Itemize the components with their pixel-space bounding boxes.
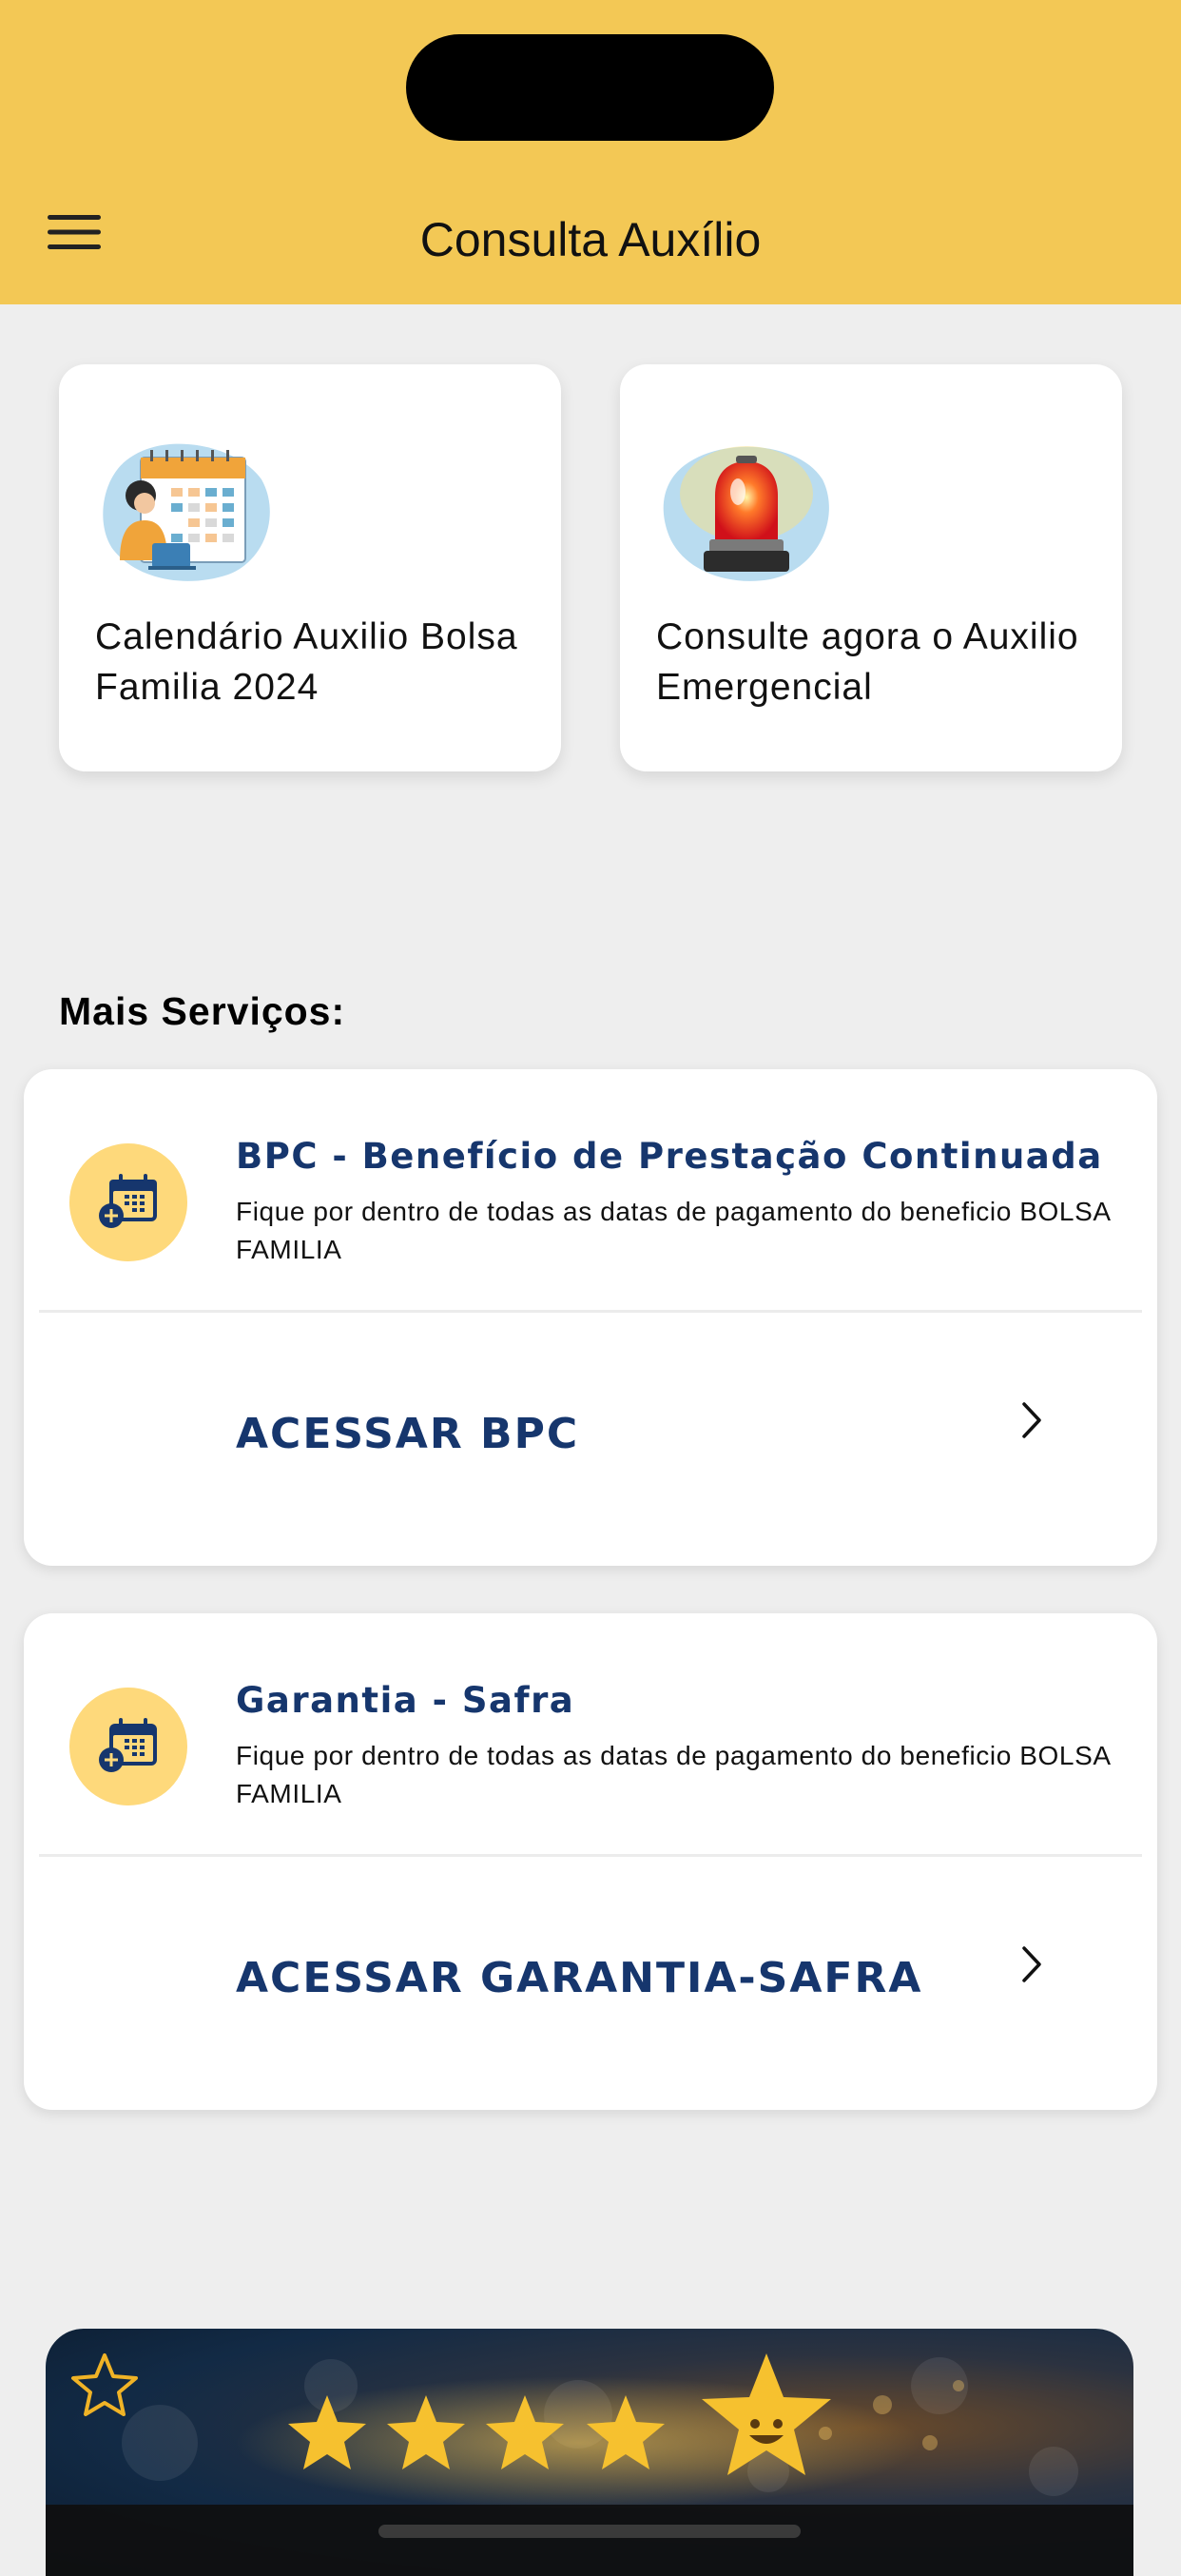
service-card-bpc: BPC - Benefício de Prestação Continuada … [24, 1069, 1157, 1566]
acessar-garantia-safra-button[interactable]: ACESSAR GARANTIA-SAFRA [24, 1857, 1157, 2110]
calendar-add-icon [69, 1143, 187, 1261]
chevron-right-icon [1018, 1400, 1045, 1440]
card-label: Calendário Auxilio Bolsa Familia 2024 [95, 616, 518, 708]
service-title: BPC - Benefício de Prestação Continuada [236, 1136, 1103, 1177]
acessar-bpc-button[interactable]: ACESSAR BPC [24, 1313, 1157, 1566]
card-label: Consulte agora o Auxilio Emergencial [656, 616, 1079, 708]
banner-footer [46, 2505, 1133, 2576]
section-title: Mais Serviços: [59, 989, 346, 1033]
chevron-right-icon [1018, 1944, 1045, 1984]
siren-illustration [656, 437, 837, 589]
calendar-person-illustration [95, 437, 276, 589]
device-notch [406, 34, 774, 141]
action-label: ACESSAR GARANTIA-SAFRA [236, 1954, 923, 2002]
service-description: Fique por dentro de todas as datas de pa… [236, 1197, 1111, 1264]
service-description: Fique por dentro de todas as datas de pa… [236, 1741, 1111, 1808]
page-title: Consulta Auxílio [419, 213, 762, 266]
calendar-add-icon [69, 1688, 187, 1805]
app-header: Consulta Auxílio [0, 0, 1181, 304]
action-label: ACESSAR BPC [236, 1410, 580, 1458]
auxilio-emergencial-card[interactable]: Consulte agora o Auxilio Emergencial [620, 364, 1122, 771]
service-title: Garantia - Safra [236, 1680, 575, 1721]
rating-banner[interactable] [46, 2329, 1133, 2576]
service-card-garantia-safra: Garantia - Safra Fique por dentro de tod… [24, 1613, 1157, 2110]
calendar-bolsa-familia-card[interactable]: Calendário Auxilio Bolsa Familia 2024 [59, 364, 561, 771]
home-indicator [378, 2525, 801, 2538]
star-outline-icon [71, 2353, 138, 2416]
